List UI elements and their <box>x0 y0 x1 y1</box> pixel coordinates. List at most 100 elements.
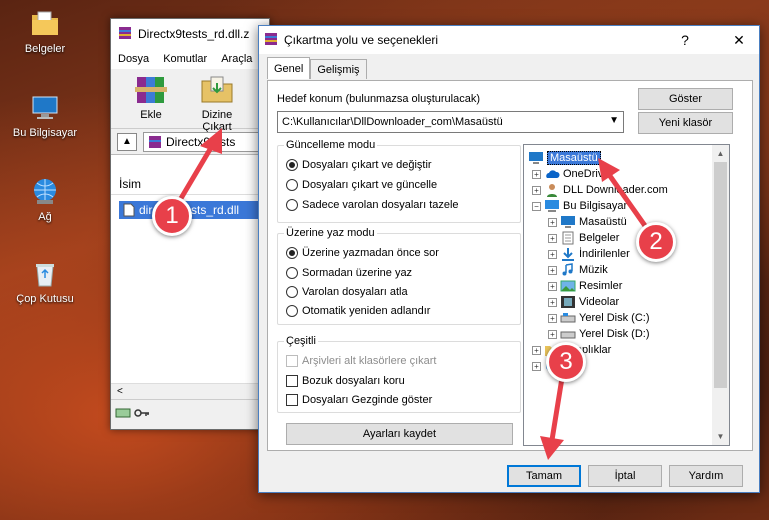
expand-icon[interactable]: + <box>548 217 557 227</box>
expand-icon[interactable]: + <box>548 281 557 291</box>
winrar-menu-bar: Dosya Komutlar Araçla <box>111 49 269 69</box>
column-header-name[interactable]: İsim <box>111 173 269 195</box>
dialog-title: Çıkartma yolu ve seçenekleri <box>284 33 439 47</box>
tree-node-downloads[interactable]: + İndirilenler <box>548 246 630 262</box>
desktop-icon-recycle-bin[interactable]: Çop Kutusu <box>5 258 85 305</box>
expand-icon[interactable]: + <box>548 329 557 339</box>
expand-icon[interactable]: + <box>532 169 541 179</box>
help-title-button[interactable]: ? <box>665 26 705 54</box>
new-folder-button[interactable]: Yeni klasör <box>638 112 733 134</box>
tree-node-label: Belgeler <box>579 232 620 244</box>
winrar-title-bar: Directx9tests_rd.dll.z <box>111 19 269 49</box>
music-icon <box>562 263 573 276</box>
radio-button[interactable] <box>286 159 298 171</box>
menu-file[interactable]: Dosya <box>118 53 149 65</box>
overwrite-mode-option[interactable]: Varolan dosyaları atla <box>286 286 408 298</box>
tree-node-pc-desktop[interactable]: + Masaüstü <box>548 214 627 230</box>
folder-tree[interactable]: Masaüstü + OneDrive + DLL Downloader.com… <box>523 144 730 446</box>
menu-tools[interactable]: Araçla <box>221 53 252 65</box>
overwrite-mode-option[interactable]: Otomatik yeniden adlandır <box>286 305 430 317</box>
expand-icon[interactable]: + <box>532 185 541 195</box>
help-button[interactable]: Yardım <box>669 465 743 487</box>
tree-node-music[interactable]: + Müzik <box>548 262 608 278</box>
tree-node-videos[interactable]: + Videolar <box>548 294 619 310</box>
up-folder-button[interactable]: ▲ <box>117 132 137 151</box>
desktop-icon-documents[interactable]: Belgeler <box>5 8 85 55</box>
scroll-down-arrow[interactable]: ▼ <box>712 428 729 445</box>
scroll-left-arrow[interactable]: < <box>117 386 123 397</box>
option-label: Dosyaları Gezginde göster <box>302 394 433 406</box>
radio-button[interactable] <box>286 286 298 298</box>
tree-node-documents[interactable]: + Belgeler <box>548 230 619 246</box>
address-field[interactable]: Directx9tests <box>143 131 269 152</box>
tree-vertical-scrollbar[interactable]: ▲ ▼ <box>712 145 729 445</box>
file-row-selected[interactable]: directx9tests_rd.dll <box>119 201 269 219</box>
horizontal-scrollbar[interactable]: < <box>111 383 269 399</box>
option-label: Dosyaları çıkart ve güncelle <box>302 179 438 191</box>
tree-node-drive-c[interactable]: + Yerel Disk (C:) <box>548 310 650 326</box>
tree-node-drive-d[interactable]: + Yerel Disk (D:) <box>548 326 650 342</box>
tree-node-onedrive[interactable]: + OneDrive <box>532 166 609 182</box>
update-mode-option[interactable]: Sadece varolan dosyaları tazele <box>286 199 459 211</box>
dialog-title-bar: Çıkartma yolu ve seçenekleri ? ✕ <box>259 26 759 54</box>
desktop-icon-network[interactable]: Ağ <box>5 176 85 223</box>
radio-button[interactable] <box>286 179 298 191</box>
tree-node-pictures[interactable]: + Resimler <box>548 278 622 294</box>
save-settings-button[interactable]: Ayarları kaydet <box>286 423 513 445</box>
desktop-icon-computer[interactable]: Bu Bilgisayar <box>5 92 85 139</box>
tree-node-user[interactable]: + DLL Downloader.com <box>532 182 668 198</box>
misc-option[interactable]: Bozuk dosyaları koru <box>286 375 405 387</box>
update-mode-option[interactable]: Dosyaları çıkart ve güncelle <box>286 179 437 191</box>
scroll-up-arrow[interactable]: ▲ <box>712 145 729 162</box>
expand-icon[interactable]: + <box>532 361 541 371</box>
destination-path-combo[interactable]: C:\Kullanıcılar\DllDownloader_com\Masaüs… <box>277 111 624 133</box>
tree-node-label: Masaüstü <box>547 151 601 165</box>
misc-option[interactable]: Dosyaları Gezginde göster <box>286 394 432 406</box>
archive-books-icon <box>133 73 169 105</box>
tab-advanced[interactable]: Gelişmiş <box>310 59 367 79</box>
expand-icon[interactable]: + <box>548 313 557 323</box>
checkbox[interactable] <box>286 394 298 406</box>
tab-general[interactable]: Genel <box>267 57 311 79</box>
overwrite-mode-option[interactable]: Üzerine yazmadan önce sor <box>286 247 439 259</box>
update-mode-option[interactable]: Dosyaları çıkart ve değiştir <box>286 159 432 171</box>
radio-button[interactable] <box>286 305 298 317</box>
cancel-button[interactable]: İptal <box>588 465 662 487</box>
step-badge-2: 2 <box>636 222 676 262</box>
key-icon <box>134 407 150 422</box>
menu-commands[interactable]: Komutlar <box>163 53 207 65</box>
tree-node-label: Yerel Disk (C:) <box>579 312 650 324</box>
add-button[interactable]: Ekle <box>123 73 179 128</box>
ok-button[interactable]: Tamam <box>507 465 581 487</box>
tree-node-label: Videolar <box>579 296 620 308</box>
checkbox[interactable] <box>286 375 298 387</box>
radio-button[interactable] <box>286 267 298 279</box>
expand-icon[interactable]: + <box>548 249 557 259</box>
close-button[interactable]: ✕ <box>719 26 759 54</box>
expand-icon[interactable]: + <box>548 265 557 275</box>
step-badge-3: 3 <box>546 342 586 382</box>
show-button[interactable]: Göster <box>638 88 733 110</box>
option-label: Arşivleri alt klasörlere çıkart <box>302 355 437 367</box>
tree-node-desktop[interactable]: Masaüstü <box>528 150 601 166</box>
winrar-icon <box>263 31 279 50</box>
expand-icon[interactable]: + <box>532 345 541 355</box>
drive-icon <box>560 313 576 323</box>
option-label: Otomatik yeniden adlandır <box>302 305 431 317</box>
folder-documents-icon <box>29 8 61 40</box>
checkbox <box>286 355 298 367</box>
recycle-bin-icon <box>29 258 61 290</box>
extract-to-button[interactable]: Dizine Çıkart <box>189 73 245 133</box>
radio-button[interactable] <box>286 247 298 259</box>
option-label: Bozuk dosyaları koru <box>302 375 405 387</box>
tree-node-this-pc[interactable]: − Bu Bilgisayar <box>532 198 627 214</box>
overwrite-mode-option[interactable]: Sormadan üzerine yaz <box>286 267 412 279</box>
collapse-icon[interactable]: − <box>532 201 541 211</box>
scroll-thumb[interactable] <box>714 162 727 388</box>
expand-icon[interactable]: + <box>548 233 557 243</box>
chevron-down-icon[interactable]: ▼ <box>609 115 619 126</box>
expand-icon[interactable]: + <box>548 297 557 307</box>
tree-node-label: Masaüstü <box>579 216 627 228</box>
radio-button[interactable] <box>286 199 298 211</box>
destination-label: Hedef konum (bulunmazsa oluşturulacak) <box>277 93 480 105</box>
